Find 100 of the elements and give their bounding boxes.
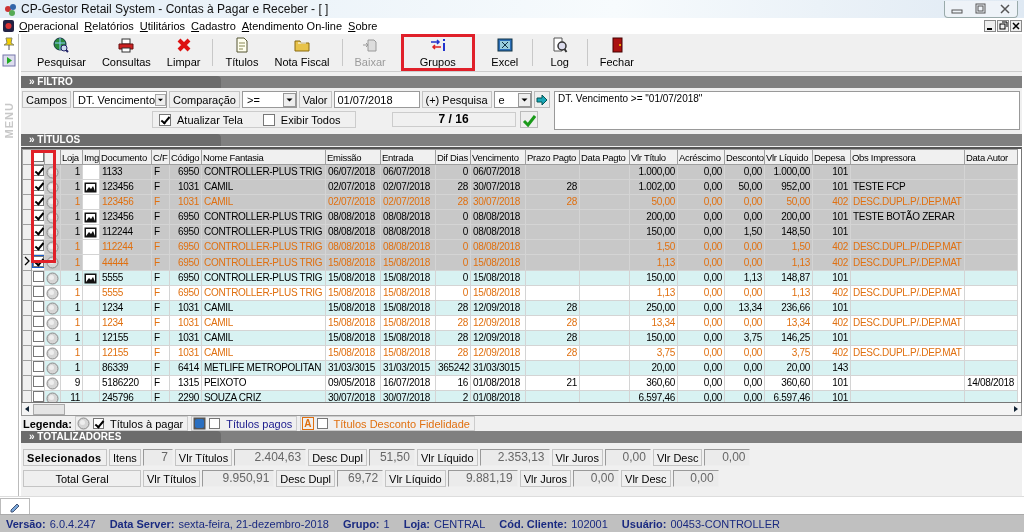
row-checkbox[interactable]: [33, 361, 44, 372]
row-selector-cell[interactable]: [22, 164, 32, 180]
field-label: Desc Dupl: [308, 448, 367, 466]
toolbar-button[interactable]: Títulos: [217, 35, 267, 70]
column-header[interactable]: Prazo Pagto: [525, 149, 580, 165]
column-header[interactable]: Código: [169, 149, 202, 165]
row-checkbox[interactable]: [33, 210, 44, 221]
legend-checkbox[interactable]: [92, 418, 104, 429]
status-value: 1: [383, 517, 390, 530]
minimize-icon[interactable]: [984, 20, 996, 32]
menu-item[interactable]: Cadastro: [191, 20, 236, 32]
menu-item[interactable]: Operacional: [19, 20, 79, 32]
column-header[interactable]: Entrada: [380, 149, 436, 165]
row-selector-cell[interactable]: [22, 360, 32, 376]
row-selector-cell[interactable]: [22, 224, 32, 240]
restore-icon[interactable]: [997, 20, 1009, 32]
checkbox[interactable]: Exibir Todos: [256, 112, 355, 127]
row-checkbox[interactable]: [33, 391, 44, 402]
column-header[interactable]: Nome Fantasia: [201, 149, 326, 165]
field-label: Vlr Juros: [519, 469, 572, 487]
dropdown[interactable]: >=: [241, 91, 297, 108]
total-field: 0,00: [672, 469, 719, 487]
square-icon: [193, 417, 207, 430]
column-header[interactable]: Obs Impressora: [850, 149, 965, 165]
checkbox[interactable]: Atualizar Tela: [153, 112, 257, 127]
document-tab[interactable]: [0, 498, 30, 514]
row-checkbox[interactable]: [33, 180, 44, 191]
row-checkbox[interactable]: [33, 195, 44, 206]
row-selector-cell[interactable]: [22, 285, 32, 301]
scrollbar-thumb[interactable]: [33, 403, 65, 415]
legend-label: Títulos à pagar: [109, 417, 184, 430]
legend-marker: A: [302, 417, 314, 430]
caret-icon: [155, 92, 166, 107]
row-checkbox[interactable]: [33, 331, 44, 342]
row-label: Selecionados: [23, 448, 107, 466]
dropdown[interactable]: e: [493, 91, 532, 108]
toolbar-button[interactable]: Fechar: [591, 35, 643, 70]
row-selector-cell[interactable]: [22, 375, 32, 391]
app-menu-icon[interactable]: [2, 19, 15, 33]
row-selector-cell[interactable]: [22, 239, 32, 255]
row-selector-cell[interactable]: [22, 194, 32, 210]
toolbar-button[interactable]: Excel: [481, 35, 528, 70]
column-header[interactable]: Loja: [60, 149, 83, 165]
add-filter-button[interactable]: [534, 91, 550, 108]
column-header[interactable]: Data Autor: [964, 149, 1018, 165]
play-icon[interactable]: [2, 54, 16, 67]
menu-item[interactable]: Sobre: [348, 20, 378, 32]
toolbar-button[interactable]: Limpar: [158, 35, 209, 70]
menu-item[interactable]: Atendimento On-line: [241, 20, 343, 32]
row-checkbox[interactable]: [33, 165, 44, 176]
legend-checkbox[interactable]: [316, 418, 328, 429]
column-header[interactable]: Vlr Líquido: [764, 149, 813, 165]
field-label: Vlr Títulos: [174, 448, 233, 466]
row-selector-cell[interactable]: [22, 179, 32, 195]
row-selector-cell[interactable]: [22, 390, 32, 402]
value-field[interactable]: 01/07/2018: [333, 91, 420, 108]
column-header[interactable]: Data Pagto: [579, 149, 630, 165]
window-title: CP-Gestor Retail System - Contas à Pagar e Receber - [ ]: [21, 2, 329, 16]
row-checkbox[interactable]: [33, 271, 44, 282]
dropdown[interactable]: DT. Vencimento: [72, 91, 167, 108]
toolbar-button[interactable]: Pesquisar: [29, 35, 94, 70]
legend-checkbox[interactable]: [209, 418, 221, 429]
toolbar-button[interactable]: Grupos: [401, 35, 474, 70]
row-selector-cell[interactable]: [22, 330, 32, 346]
row-checkbox[interactable]: [33, 240, 44, 251]
column-header[interactable]: Desconto: [724, 149, 765, 165]
row-checkbox[interactable]: [33, 301, 44, 312]
row-checkbox[interactable]: [33, 376, 44, 387]
row-selector-cell[interactable]: [22, 209, 32, 225]
row-selector-cell[interactable]: [22, 315, 32, 331]
horizontal-scrollbar[interactable]: [21, 403, 1022, 416]
column-header[interactable]: Dif Dias: [435, 149, 471, 165]
row-checkbox[interactable]: [33, 286, 44, 297]
menu-item[interactable]: Utilitários: [139, 20, 186, 32]
column-header[interactable]: Acréscimo: [677, 149, 725, 165]
row-checkbox[interactable]: [33, 225, 44, 236]
total-field: 69,72: [337, 469, 384, 487]
row-selector-cell[interactable]: [22, 345, 32, 361]
magnifier-document-icon: [551, 37, 568, 53]
column-header[interactable]: Depesa: [812, 149, 851, 165]
row-selector-cell[interactable]: [22, 270, 32, 286]
section-title: » FILTRO: [21, 76, 221, 88]
row-checkbox[interactable]: [33, 316, 44, 327]
row-selector-cell[interactable]: [22, 254, 32, 271]
column-header[interactable]: Emissão: [325, 149, 381, 165]
row-selector-cell[interactable]: [22, 300, 32, 316]
menu-item[interactable]: Relatórios: [84, 20, 134, 32]
close-icon[interactable]: [1010, 20, 1022, 32]
row-checkbox[interactable]: [33, 346, 44, 357]
row-checkbox[interactable]: [33, 255, 44, 267]
column-header[interactable]: Vlr Título: [629, 149, 678, 165]
status-value: sexta-feira, 21-dezembro-2018: [178, 517, 329, 530]
select-all-checkbox[interactable]: [32, 150, 44, 162]
apply-button[interactable]: [519, 111, 538, 128]
total-field: 2.404,63: [234, 448, 307, 466]
toolbar-button[interactable]: Consultas: [93, 35, 159, 70]
toolbar-button[interactable]: Log: [536, 35, 583, 70]
column-header[interactable]: Vencimento: [470, 149, 526, 165]
column-header[interactable]: Documento: [99, 149, 152, 165]
toolbar-button[interactable]: Nota Fiscal: [266, 35, 338, 70]
